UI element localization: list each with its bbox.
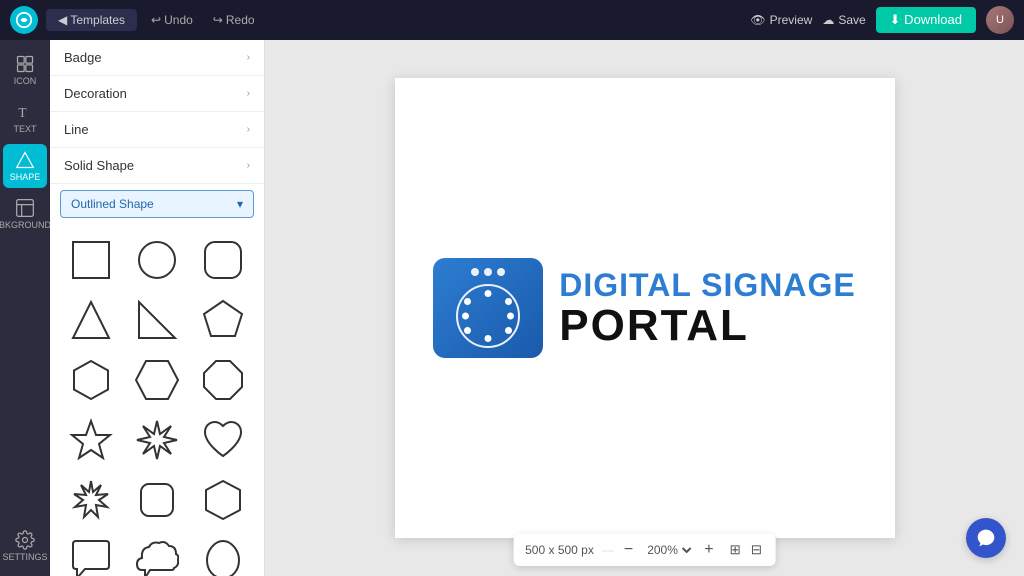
shape-square[interactable]	[62, 234, 120, 286]
shape-speech-bubble[interactable]	[62, 534, 120, 576]
logo-circle	[456, 284, 520, 348]
shapes-grid	[50, 224, 264, 576]
logo-top-text: DIGITAL SIGNAGE	[559, 268, 856, 303]
chat-bubble-button[interactable]	[966, 518, 1006, 558]
bottom-status-bar: 500 x 500 px — − 200% 150% 100% 75% 50% …	[513, 534, 776, 566]
line-section-header[interactable]: Line ›	[50, 112, 264, 148]
badge-section-header[interactable]: Badge ›	[50, 40, 264, 76]
logo-text: DIGITAL SIGNAGE PORTAL	[559, 268, 856, 347]
main-layout: ICON T TEXT SHAPE BKGROUND	[0, 40, 1024, 576]
cloud-icon: ☁	[822, 13, 834, 27]
shape-hexagon-flat[interactable]	[62, 354, 120, 406]
sidebar-item-settings[interactable]: SETTINGS	[3, 524, 47, 568]
logo-dot-1	[471, 268, 479, 276]
line-chevron-icon: ›	[247, 124, 250, 135]
logo-dot-2	[484, 268, 492, 276]
shape-rounded-square[interactable]	[128, 474, 186, 526]
shape-circle[interactable]	[128, 234, 186, 286]
shape-heart[interactable]	[194, 414, 252, 466]
sidebar-item-text[interactable]: T TEXT	[3, 96, 47, 140]
shape-cloud-bubble[interactable]	[128, 534, 186, 576]
sidebar-item-background[interactable]: BKGROUND	[3, 192, 47, 236]
outlined-shape-dropdown[interactable]: Outlined Shape ▾	[60, 190, 254, 218]
templates-button[interactable]: ◀ Templates	[46, 9, 137, 31]
logo-icon-box	[433, 258, 543, 358]
shape-triangle[interactable]	[62, 294, 120, 346]
shape-pentagon[interactable]	[194, 294, 252, 346]
sidebar-item-icon[interactable]: ICON	[3, 48, 47, 92]
save-button[interactable]: ☁ Save	[822, 13, 865, 27]
canvas-area: DIGITAL SIGNAGE PORTAL 500 x 500 px — − …	[265, 40, 1024, 576]
sidebar-item-shape[interactable]: SHAPE	[3, 144, 47, 188]
download-button[interactable]: ⬇ Download	[876, 7, 976, 33]
shape-hexagon-pointy[interactable]	[128, 354, 186, 406]
logo-top-dots	[471, 268, 505, 276]
logo-dot-3	[497, 268, 505, 276]
shapes-panel: Badge › Decoration › Line › Solid Shape …	[50, 40, 265, 576]
decoration-section-header[interactable]: Decoration ›	[50, 76, 264, 112]
user-avatar[interactable]: U	[986, 6, 1014, 34]
shape-star5[interactable]	[62, 414, 120, 466]
zoom-select[interactable]: 200% 150% 100% 75% 50%	[643, 542, 694, 558]
shape-right-triangle[interactable]	[128, 294, 186, 346]
preview-button[interactable]: 👁 Preview	[750, 13, 812, 27]
logo-bottom-text: PORTAL	[559, 304, 856, 348]
logo-graphic: DIGITAL SIGNAGE PORTAL	[433, 258, 856, 358]
shape-starburst[interactable]	[62, 474, 120, 526]
badge-chevron-icon: ›	[247, 52, 250, 63]
app-logo[interactable]	[10, 6, 38, 34]
left-sidebar: ICON T TEXT SHAPE BKGROUND	[0, 40, 50, 576]
divider-1: —	[602, 543, 614, 557]
svg-text:T: T	[18, 105, 26, 120]
redo-button[interactable]: ↪ Redo	[207, 9, 261, 31]
solid-shape-section-header[interactable]: Solid Shape ›	[50, 148, 264, 184]
shape-hexagon-irregular[interactable]	[194, 474, 252, 526]
align-button[interactable]: ⊟	[749, 540, 764, 560]
shape-star8[interactable]	[128, 414, 186, 466]
undo-icon: ↩	[151, 13, 161, 27]
decoration-chevron-icon: ›	[247, 88, 250, 99]
eye-icon: 👁	[750, 13, 765, 27]
shape-rounded-rect[interactable]	[194, 234, 252, 286]
redo-icon: ↪	[213, 13, 223, 27]
topbar-right: 👁 Preview ☁ Save ⬇ Download U	[750, 6, 1014, 34]
zoom-in-button[interactable]: +	[702, 539, 715, 561]
bottom-icons: ⊞ ⊟	[728, 540, 764, 560]
outlined-shape-dropdown-icon: ▾	[237, 197, 243, 211]
canvas-workspace[interactable]: DIGITAL SIGNAGE PORTAL	[395, 78, 895, 538]
zoom-out-button[interactable]: −	[622, 539, 635, 561]
undo-button[interactable]: ↩ Undo	[145, 9, 199, 31]
shape-octagon[interactable]	[194, 354, 252, 406]
canvas-size-label: 500 x 500 px	[525, 543, 594, 557]
grid-view-button[interactable]: ⊞	[728, 540, 743, 560]
shape-teardrop[interactable]	[194, 534, 252, 576]
topbar: ◀ Templates ↩ Undo ↪ Redo 👁 Preview ☁ Sa…	[0, 0, 1024, 40]
solid-shape-chevron-icon: ›	[247, 160, 250, 171]
